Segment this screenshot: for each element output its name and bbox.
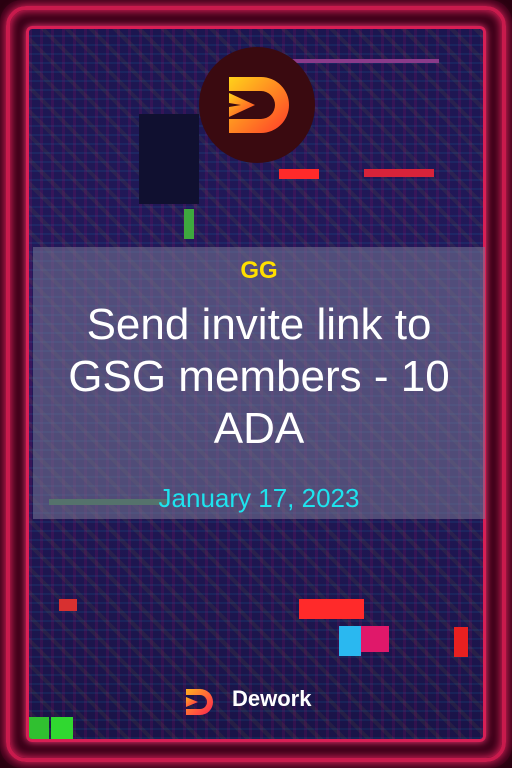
glitch-block <box>454 627 468 657</box>
task-info-panel: GG Send invite link to GSG members - 10 … <box>33 247 485 519</box>
glitch-block <box>361 626 389 652</box>
glitch-block <box>59 599 77 611</box>
task-title: Send invite link to GSG members - 10 ADA <box>68 300 450 453</box>
glitch-block <box>51 717 73 739</box>
glitch-block <box>184 209 194 239</box>
glitch-block <box>364 169 434 177</box>
dework-footer-logo-icon <box>180 683 218 721</box>
glitch-block <box>299 599 364 619</box>
task-card: GG Send invite link to GSG members - 10 … <box>0 0 512 768</box>
organization-name: GG <box>240 257 278 284</box>
glitch-block <box>279 169 319 179</box>
dework-logo-icon <box>199 47 315 163</box>
glitch-block <box>29 717 49 739</box>
task-date: January 17, 2023 <box>158 483 360 513</box>
glitch-block <box>339 626 361 656</box>
brand-name: Dework <box>232 686 312 711</box>
glitch-block <box>139 114 199 204</box>
